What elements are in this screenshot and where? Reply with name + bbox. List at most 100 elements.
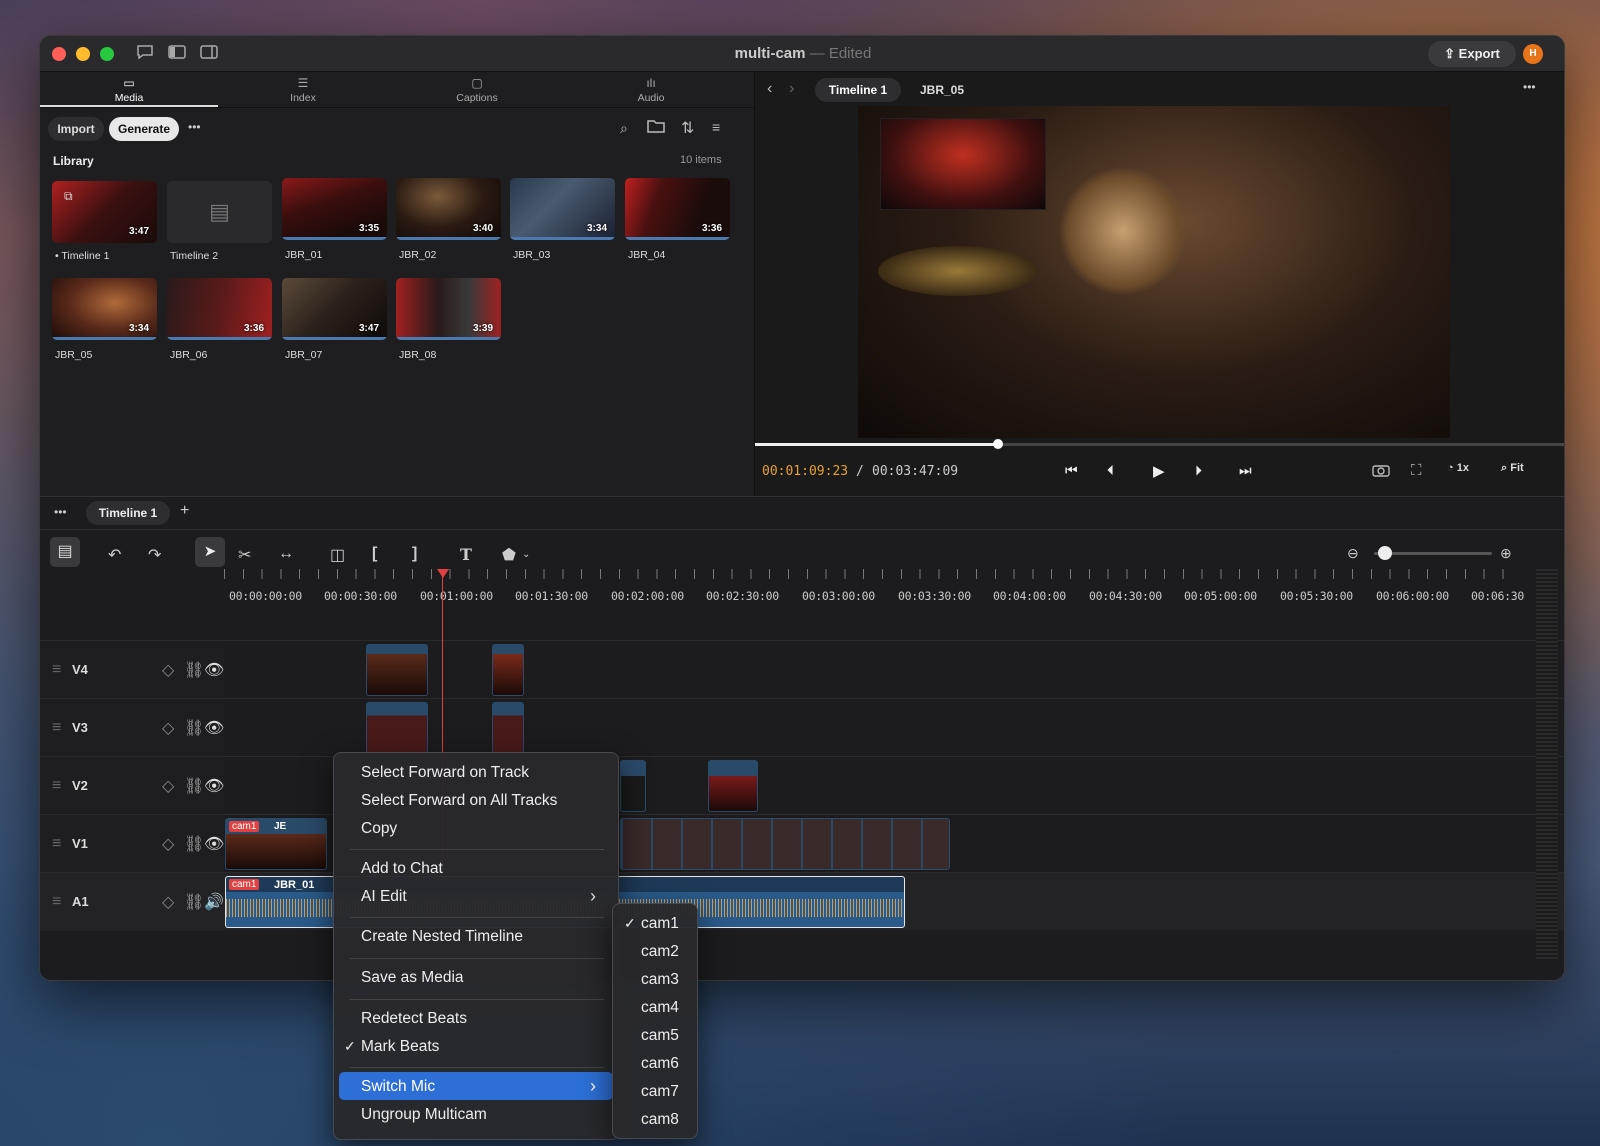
play-icon[interactable]: ▶ xyxy=(1153,462,1165,480)
library-item-jbr-08[interactable]: 3:39 JBR_08 xyxy=(396,278,501,361)
drag-handle-icon[interactable]: ≡ xyxy=(52,835,61,853)
tab-audio[interactable]: ılı Audio xyxy=(562,76,740,104)
keyframe-icon[interactable]: ◇ xyxy=(162,660,174,680)
timeline-clip[interactable] xyxy=(620,760,646,812)
chevron-down-icon[interactable]: ⌄ xyxy=(522,549,530,560)
viewer-tab-jbr-05[interactable]: JBR_05 xyxy=(920,83,964,97)
drag-handle-icon[interactable]: ≡ xyxy=(52,661,61,679)
redo-icon[interactable]: ↷ xyxy=(148,545,161,565)
generate-button[interactable]: Generate xyxy=(109,117,179,141)
search-icon[interactable]: ⌕ xyxy=(620,120,628,137)
menu-item-save-as-media[interactable]: Save as Media xyxy=(361,969,464,987)
timeline-tab[interactable]: Timeline 1 xyxy=(86,501,170,525)
speaker-icon[interactable]: 🔊 xyxy=(204,892,224,912)
link-icon[interactable]: ⛓ xyxy=(184,660,204,680)
mark-in-icon[interactable]: [ xyxy=(372,545,377,563)
library-item-jbr-04[interactable]: 3:36 JBR_04 xyxy=(625,178,730,261)
keyframe-icon[interactable]: ◇ xyxy=(162,718,174,738)
skip-to-start-icon[interactable]: ⏮ xyxy=(1065,462,1078,479)
drag-handle-icon[interactable]: ≡ xyxy=(52,777,61,795)
timeline-clip[interactable] xyxy=(492,644,524,696)
eye-icon[interactable]: 👁 xyxy=(204,660,224,680)
link-icon[interactable]: ⛓ xyxy=(184,892,204,912)
menu-item-add-to-chat[interactable]: Add to Chat xyxy=(361,860,443,878)
tab-captions[interactable]: ▢ Captions xyxy=(388,76,566,104)
viewer-tab-timeline-1[interactable]: Timeline 1 xyxy=(815,78,901,102)
library-item-jbr-06[interactable]: 3:36 JBR_06 xyxy=(167,278,272,361)
menu-item-mark-beats[interactable]: Mark Beats xyxy=(361,1038,439,1056)
playback-speed-button[interactable]: ◔ 1x xyxy=(1447,462,1469,474)
link-icon[interactable]: ⛓ xyxy=(184,776,204,796)
fullscreen-icon[interactable]: ⛶ xyxy=(1411,462,1422,479)
timeline-more-icon[interactable]: ••• xyxy=(54,505,67,519)
video-preview[interactable] xyxy=(858,106,1450,438)
submenu-item-cam3[interactable]: cam3 xyxy=(641,971,679,989)
playhead-handle[interactable] xyxy=(437,569,449,578)
scrubber-handle[interactable] xyxy=(993,439,1004,449)
import-button[interactable]: Import xyxy=(48,117,104,141)
drag-handle-icon[interactable]: ≡ xyxy=(52,893,61,911)
scissors-icon[interactable]: ✂ xyxy=(238,545,251,565)
tab-index[interactable]: ☰ Index xyxy=(214,76,392,104)
menu-item-create-nested-timeline[interactable]: Create Nested Timeline xyxy=(361,928,523,946)
multicam-clip[interactable]: cam1 JE xyxy=(225,818,327,870)
folder-icon[interactable] xyxy=(647,119,665,136)
keyframe-icon[interactable]: ◇ xyxy=(162,776,174,796)
zoom-slider-handle[interactable] xyxy=(1378,546,1392,560)
library-item-jbr-05[interactable]: 3:34 JBR_05 xyxy=(52,278,157,361)
submenu-item-cam5[interactable]: cam5 xyxy=(641,1027,679,1045)
mark-out-icon[interactable]: ] xyxy=(412,545,417,563)
submenu-item-cam8[interactable]: cam8 xyxy=(641,1111,679,1129)
eye-icon[interactable]: 👁 xyxy=(204,834,224,854)
trim-icon[interactable]: ↔ xyxy=(278,545,294,563)
step-back-icon[interactable]: ⏴ xyxy=(1107,462,1114,479)
submenu-item-cam4[interactable]: cam4 xyxy=(641,999,679,1017)
timeline-clip[interactable] xyxy=(366,702,428,754)
library-item-timeline-2[interactable]: ▤ Timeline 2 xyxy=(167,181,272,262)
zoom-out-icon[interactable]: ⊖ xyxy=(1347,545,1359,562)
camera-icon[interactable] xyxy=(1372,463,1390,480)
menu-item-copy[interactable]: Copy xyxy=(361,820,397,838)
zoom-fit-button[interactable]: ⌕ Fit xyxy=(1501,462,1524,475)
snapshot-icon[interactable]: ▤ xyxy=(50,537,80,567)
marker-icon[interactable]: ⬟ xyxy=(502,545,516,565)
viewer-more-icon[interactable]: ••• xyxy=(1523,80,1536,94)
menu-item-switch-mic[interactable]: Switch Mic xyxy=(361,1078,435,1096)
add-timeline-button[interactable]: + xyxy=(180,502,189,520)
back-icon[interactable]: ‹ xyxy=(767,80,772,98)
timeline-clip[interactable] xyxy=(492,702,524,754)
keyframe-icon[interactable]: ◇ xyxy=(162,834,174,854)
library-item-jbr-01[interactable]: 3:35 JBR_01 xyxy=(282,178,387,261)
link-icon[interactable]: ⛓ xyxy=(184,718,204,738)
tab-media[interactable]: ▭ Media xyxy=(40,76,218,104)
submenu-item-cam2[interactable]: cam2 xyxy=(641,943,679,961)
more-options-button[interactable]: ••• xyxy=(188,120,201,134)
split-view-icon[interactable]: ◫ xyxy=(330,545,345,565)
zoom-in-icon[interactable]: ⊕ xyxy=(1500,545,1512,562)
undo-icon[interactable]: ↶ xyxy=(108,545,121,565)
submenu-item-cam7[interactable]: cam7 xyxy=(641,1083,679,1101)
submenu-item-cam6[interactable]: cam6 xyxy=(641,1055,679,1073)
menu-item-select-forward-track[interactable]: Select Forward on Track xyxy=(361,764,529,782)
drag-handle-icon[interactable]: ≡ xyxy=(52,719,61,737)
timeline-clip[interactable] xyxy=(708,760,758,812)
eye-icon[interactable]: 👁 xyxy=(204,718,224,738)
select-tool-icon[interactable]: ➤ xyxy=(195,537,225,567)
library-item-jbr-07[interactable]: 3:47 JBR_07 xyxy=(282,278,387,361)
avatar[interactable]: H xyxy=(1523,44,1543,64)
library-item-jbr-02[interactable]: 3:40 JBR_02 xyxy=(396,178,501,261)
forward-icon[interactable]: › xyxy=(789,80,794,98)
menu-item-redetect-beats[interactable]: Redetect Beats xyxy=(361,1010,467,1028)
timeline-clip-group[interactable] xyxy=(620,818,950,870)
link-icon[interactable]: ⛓ xyxy=(184,834,204,854)
timeline-clip[interactable] xyxy=(366,644,428,696)
filter-icon[interactable]: ≡ xyxy=(712,119,720,135)
text-tool-icon[interactable]: T xyxy=(460,545,472,564)
export-button[interactable]: ⇪ Export xyxy=(1428,41,1516,67)
time-ruler[interactable]: 00:00:00:00 00:00:30:00 00:01:00:00 00:0… xyxy=(224,569,1564,639)
submenu-item-cam1[interactable]: cam1 xyxy=(641,915,679,933)
skip-to-end-icon[interactable]: ⏭ xyxy=(1239,462,1252,479)
library-item-jbr-03[interactable]: 3:34 JBR_03 xyxy=(510,178,615,261)
keyframe-icon[interactable]: ◇ xyxy=(162,892,174,912)
menu-item-ungroup-multicam[interactable]: Ungroup Multicam xyxy=(361,1106,487,1124)
